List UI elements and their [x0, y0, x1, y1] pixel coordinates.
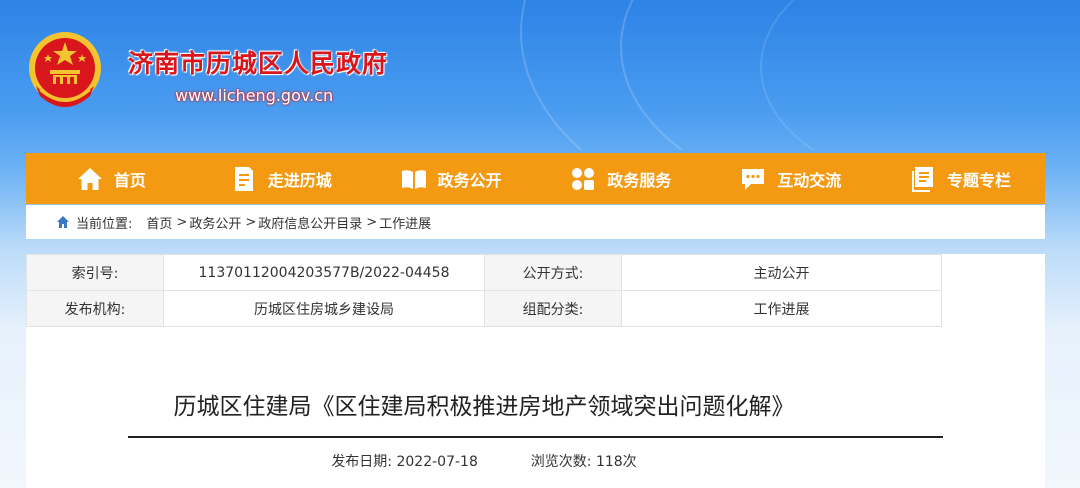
topic-list-icon	[912, 166, 934, 192]
nav-item-gov-affairs-open[interactable]: 政务公开	[366, 165, 536, 193]
title-divider	[128, 436, 943, 438]
nav-item-label: 政务服务	[607, 170, 672, 190]
article-meta-table: 索引号: 11370112004203577B/2022-04458 公开方式:…	[26, 254, 942, 327]
chat-bubble-icon	[742, 168, 765, 190]
nav-item-label: 政务公开	[437, 170, 502, 190]
breadcrumb-info-catalog[interactable]: 政府信息公开目录	[258, 213, 362, 232]
publish-mode-value: 主动公开	[621, 254, 942, 291]
breadcrumb-label: 当前位置:	[76, 216, 133, 232]
category-label: 组配分类:	[484, 290, 622, 327]
table-row: 索引号: 11370112004203577B/2022-04458 公开方式:…	[26, 254, 942, 291]
location-home-icon	[57, 216, 69, 228]
breadcrumb-separator: >	[176, 214, 188, 230]
article-title: 历城区住建局《区住建局积极推进房地产领域突出问题化解》	[173, 394, 795, 420]
publish-info: 发布日期: 2022-07-18 浏览次数: 118次	[26, 451, 942, 471]
nav-item-label: 专题专栏	[947, 170, 1012, 190]
nav-item-label: 走进历城	[267, 170, 332, 190]
nav-item-special-topics[interactable]: 专题专栏	[875, 165, 1045, 193]
national-emblem-icon	[29, 32, 101, 107]
views-value: 118次	[595, 454, 637, 470]
site-url[interactable]: www.licheng.gov.cn	[175, 86, 333, 105]
breadcrumb: 当前位置: 首页 > 政务公开 > 政府信息公开目录 > 工作进展	[26, 205, 1045, 239]
nav-item-interaction[interactable]: 互动交流	[705, 165, 875, 193]
views-label: 浏览次数:	[530, 454, 592, 470]
main-nav: 首页 走进历城 政务公开 政务服务 互动交流 专题专栏	[26, 153, 1045, 204]
publish-date-label: 发布日期:	[331, 454, 393, 470]
breadcrumb-separator: >	[245, 214, 257, 230]
index-value: 11370112004203577B/2022-04458	[163, 254, 485, 291]
nav-item-about-licheng[interactable]: 走进历城	[196, 165, 366, 193]
document-pen-icon	[234, 166, 253, 191]
nav-item-gov-services[interactable]: 政务服务	[535, 165, 705, 193]
decorative-arc	[760, 0, 1080, 150]
index-label: 索引号:	[26, 254, 164, 291]
table-row: 发布机构: 历城区住房城乡建设局 组配分类: 工作进展	[26, 290, 942, 327]
nav-item-home[interactable]: 首页	[26, 165, 196, 193]
category-value: 工作进展	[621, 290, 942, 327]
nav-item-label: 互动交流	[777, 170, 842, 190]
article-panel: 索引号: 11370112004203577B/2022-04458 公开方式:…	[26, 254, 1045, 488]
publish-date-value: 2022-07-18	[396, 454, 478, 470]
open-book-icon	[401, 169, 426, 189]
publisher-value: 历城区住房城乡建设局	[163, 290, 485, 327]
home-icon	[77, 167, 102, 190]
publisher-label: 发布机构:	[26, 290, 164, 327]
breadcrumb-gov-affairs-open[interactable]: 政务公开	[189, 213, 241, 232]
nav-item-label: 首页	[113, 170, 146, 190]
breadcrumb-home[interactable]: 首页	[146, 213, 172, 232]
publish-mode-label: 公开方式:	[484, 254, 622, 291]
service-grid-icon	[572, 167, 595, 190]
site-title: 济南市历城区人民政府	[128, 49, 389, 78]
breadcrumb-separator: >	[366, 214, 378, 230]
breadcrumb-work-progress[interactable]: 工作进展	[379, 213, 431, 232]
